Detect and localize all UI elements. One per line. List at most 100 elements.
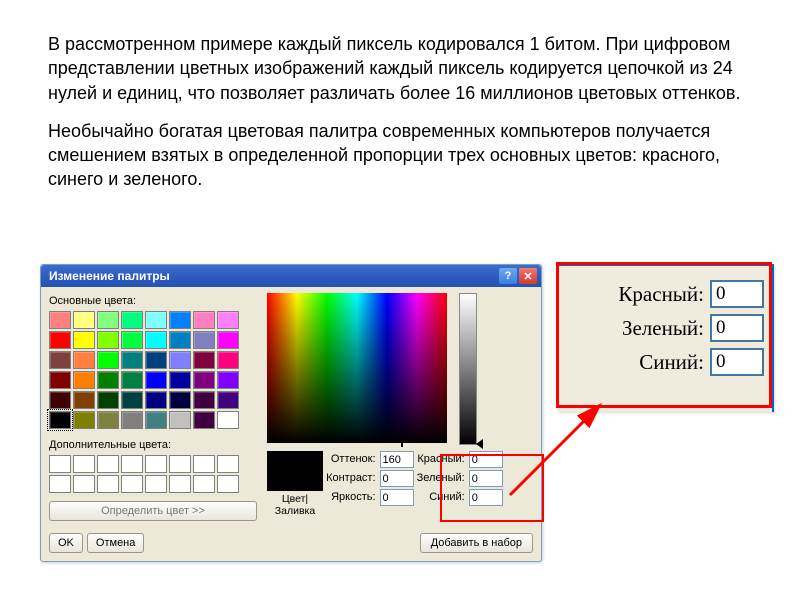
basic-swatch[interactable] xyxy=(145,331,167,349)
basic-swatch[interactable] xyxy=(169,311,191,329)
red-input[interactable] xyxy=(469,451,503,468)
basic-swatch[interactable] xyxy=(97,411,119,429)
basic-swatch[interactable] xyxy=(73,311,95,329)
solid-color-label: Цвет|Заливка xyxy=(267,493,323,517)
ok-button[interactable]: OK xyxy=(49,533,83,553)
basic-swatch[interactable] xyxy=(145,391,167,409)
basic-swatch[interactable] xyxy=(121,351,143,369)
basic-swatch[interactable] xyxy=(97,371,119,389)
basic-swatch[interactable] xyxy=(121,411,143,429)
cancel-button[interactable]: Отмена xyxy=(87,533,144,553)
custom-swatch[interactable] xyxy=(217,475,239,493)
basic-swatch[interactable] xyxy=(73,331,95,349)
define-color-button[interactable]: Определить цвет >> xyxy=(49,501,257,521)
custom-swatch[interactable] xyxy=(145,475,167,493)
basic-swatch[interactable] xyxy=(217,311,239,329)
luminance-slider[interactable] xyxy=(459,293,477,445)
green-input[interactable] xyxy=(469,470,503,487)
basic-swatch[interactable] xyxy=(145,311,167,329)
help-button[interactable]: ? xyxy=(499,268,517,284)
basic-swatch[interactable] xyxy=(97,391,119,409)
custom-swatch[interactable] xyxy=(193,455,215,473)
red-label: Красный: xyxy=(417,451,467,468)
basic-swatch[interactable] xyxy=(49,391,71,409)
dialog-titlebar[interactable]: Изменение палитры ? ✕ xyxy=(41,265,541,287)
basic-swatch[interactable] xyxy=(193,411,215,429)
basic-swatch[interactable] xyxy=(169,391,191,409)
basic-swatch[interactable] xyxy=(121,371,143,389)
basic-swatch[interactable] xyxy=(97,351,119,369)
color-gradient-field[interactable] xyxy=(267,293,447,443)
basic-swatch[interactable] xyxy=(49,351,71,369)
basic-swatch[interactable] xyxy=(97,311,119,329)
basic-swatch[interactable] xyxy=(121,331,143,349)
zoom-red-input[interactable] xyxy=(710,280,764,308)
basic-swatch[interactable] xyxy=(145,351,167,369)
basic-swatch[interactable] xyxy=(217,391,239,409)
green-label: Зеленый: xyxy=(417,470,467,487)
basic-swatch[interactable] xyxy=(217,331,239,349)
basic-swatch[interactable] xyxy=(49,411,71,429)
custom-swatch[interactable] xyxy=(73,475,95,493)
add-to-set-button[interactable]: Добавить в набор xyxy=(420,533,533,553)
sat-label: Контраст: xyxy=(326,470,377,487)
custom-swatch[interactable] xyxy=(49,455,71,473)
custom-swatch[interactable] xyxy=(121,475,143,493)
blue-input[interactable] xyxy=(469,489,503,506)
zoom-blue-label: Синий: xyxy=(639,350,704,375)
basic-swatch[interactable] xyxy=(49,331,71,349)
basic-swatch[interactable] xyxy=(217,411,239,429)
zoom-red-label: Красный: xyxy=(618,282,704,307)
custom-swatch[interactable] xyxy=(145,455,167,473)
basic-swatch[interactable] xyxy=(193,351,215,369)
custom-swatch[interactable] xyxy=(97,455,119,473)
custom-swatch[interactable] xyxy=(97,475,119,493)
basic-colors-grid xyxy=(49,311,257,429)
basic-swatch[interactable] xyxy=(217,371,239,389)
crosshair-icon xyxy=(396,435,408,447)
zoom-rgb-panel: Красный: Зеленый: Синий: xyxy=(558,264,774,412)
custom-swatch[interactable] xyxy=(121,455,143,473)
basic-swatch[interactable] xyxy=(145,411,167,429)
close-button[interactable]: ✕ xyxy=(519,268,537,284)
basic-swatch[interactable] xyxy=(193,391,215,409)
custom-swatch[interactable] xyxy=(169,475,191,493)
zoom-green-input[interactable] xyxy=(710,314,764,342)
basic-swatch[interactable] xyxy=(121,391,143,409)
custom-swatch[interactable] xyxy=(49,475,71,493)
basic-swatch[interactable] xyxy=(193,371,215,389)
basic-colors-label: Основные цвета: xyxy=(49,295,257,307)
paragraph-2: Необычайно богатая цветовая палитра совр… xyxy=(48,119,748,192)
basic-swatch[interactable] xyxy=(217,351,239,369)
custom-swatch[interactable] xyxy=(217,455,239,473)
custom-swatch[interactable] xyxy=(73,455,95,473)
sat-input[interactable] xyxy=(380,470,414,487)
custom-swatch[interactable] xyxy=(169,455,191,473)
basic-swatch[interactable] xyxy=(73,371,95,389)
basic-swatch[interactable] xyxy=(169,351,191,369)
lum-label: Яркость: xyxy=(326,489,377,506)
hue-input[interactable] xyxy=(380,451,414,468)
zoom-blue-input[interactable] xyxy=(710,348,764,376)
basic-swatch[interactable] xyxy=(169,371,191,389)
color-picker-dialog: Изменение палитры ? ✕ Основные цвета: До… xyxy=(40,264,542,562)
basic-swatch[interactable] xyxy=(49,371,71,389)
custom-colors-label: Дополнительные цвета: xyxy=(49,439,257,451)
basic-swatch[interactable] xyxy=(193,331,215,349)
basic-swatch[interactable] xyxy=(73,391,95,409)
basic-swatch[interactable] xyxy=(97,331,119,349)
explanation-text: В рассмотренном примере каждый пиксель к… xyxy=(48,32,748,206)
basic-swatch[interactable] xyxy=(121,311,143,329)
basic-swatch[interactable] xyxy=(73,351,95,369)
custom-swatch[interactable] xyxy=(193,475,215,493)
basic-swatch[interactable] xyxy=(73,411,95,429)
custom-colors-grid xyxy=(49,455,257,493)
basic-swatch[interactable] xyxy=(169,331,191,349)
basic-swatch[interactable] xyxy=(145,371,167,389)
lum-input[interactable] xyxy=(380,489,414,506)
basic-swatch[interactable] xyxy=(49,311,71,329)
basic-swatch[interactable] xyxy=(193,311,215,329)
hue-label: Оттенок: xyxy=(326,451,377,468)
basic-swatch[interactable] xyxy=(169,411,191,429)
zoom-green-label: Зеленый: xyxy=(622,316,704,341)
